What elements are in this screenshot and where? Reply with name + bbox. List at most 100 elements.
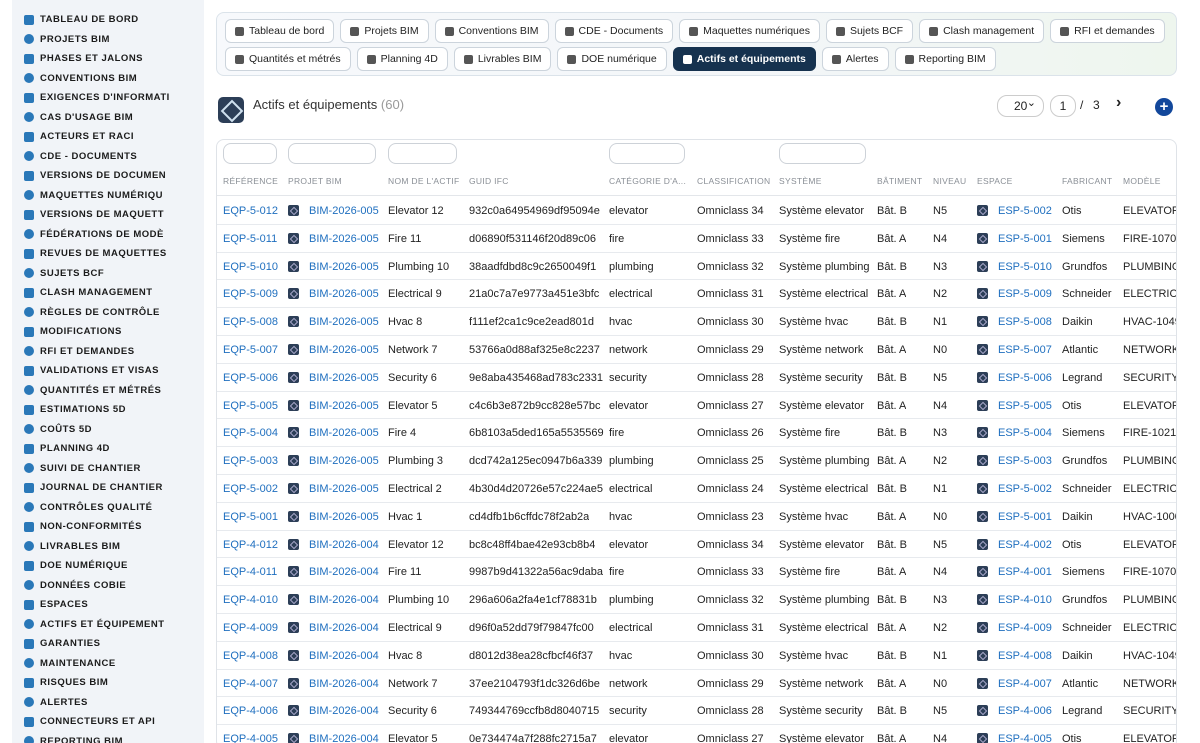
cell-espace[interactable]: ESP-4-006: [998, 705, 1052, 717]
cell-projet[interactable]: BIM-2026-005: [309, 205, 379, 217]
cell-espace[interactable]: ESP-5-009: [998, 288, 1052, 300]
sidebar-item[interactable]: CDE - DOCUMENTS: [12, 147, 204, 167]
tab-7[interactable]: Clash management: [919, 19, 1045, 43]
cell-projet[interactable]: BIM-2026-005: [309, 372, 379, 384]
cell-espace[interactable]: ESP-5-002: [998, 483, 1052, 495]
cell-espace[interactable]: ESP-5-003: [998, 455, 1052, 467]
cell-projet[interactable]: BIM-2026-005: [309, 233, 379, 245]
table-row[interactable]: EQP-4-007 BIM-2026-004 Network 7 37ee210479…: [217, 670, 1176, 698]
cell-reference[interactable]: EQP-4-007: [223, 678, 278, 690]
sidebar-item[interactable]: PLANNING 4D: [12, 439, 204, 459]
filter-nom[interactable]: [388, 143, 457, 164]
cell-projet[interactable]: BIM-2026-004: [309, 733, 379, 743]
cell-projet[interactable]: BIM-2026-004: [309, 650, 379, 662]
cell-reference[interactable]: EQP-4-009: [223, 622, 278, 634]
tab-8[interactable]: RFI et demandes: [1050, 19, 1165, 43]
cell-projet[interactable]: BIM-2026-004: [309, 678, 379, 690]
sidebar-item[interactable]: MODIFICATIONS: [12, 322, 204, 342]
cell-reference[interactable]: EQP-4-012: [223, 539, 278, 551]
tab-1[interactable]: Tableau de bord: [225, 19, 335, 43]
table-row[interactable]: EQP-5-003 BIM-2026-005 Plumbing 3 dcd742a12…: [217, 447, 1176, 475]
sidebar-item[interactable]: SUIVI DE CHANTIER: [12, 459, 204, 479]
cell-reference[interactable]: EQP-4-011: [223, 566, 277, 578]
table-row[interactable]: EQP-5-012 BIM-2026-005 Elevator 12 932c0a64…: [217, 197, 1176, 225]
cell-reference[interactable]: EQP-5-005: [223, 400, 278, 412]
sidebar-item[interactable]: FÉDÉRATIONS DE MODÈ: [12, 225, 204, 245]
tab-1[interactable]: Quantités et métrés: [225, 47, 351, 71]
sidebar-item[interactable]: ESPACES: [12, 595, 204, 615]
cell-espace[interactable]: ESP-5-010: [998, 261, 1052, 273]
cell-projet[interactable]: BIM-2026-005: [309, 316, 379, 328]
table-row[interactable]: EQP-5-004 BIM-2026-005 Fire 4 6b8103a5ded16…: [217, 419, 1176, 448]
sidebar-item[interactable]: DOE NUMÉRIQUE: [12, 556, 204, 576]
sidebar-item[interactable]: ACTEURS ET RACI: [12, 127, 204, 147]
cell-espace[interactable]: ESP-5-001: [998, 233, 1052, 245]
cell-projet[interactable]: BIM-2026-005: [309, 483, 379, 495]
table-row[interactable]: EQP-5-009 BIM-2026-005 Electrical 9 21a0c7a…: [217, 280, 1176, 309]
cell-projet[interactable]: BIM-2026-004: [309, 622, 379, 634]
sidebar-item[interactable]: RFI ET DEMANDES: [12, 342, 204, 362]
cell-projet[interactable]: BIM-2026-005: [309, 288, 379, 300]
cell-reference[interactable]: EQP-4-005: [223, 733, 278, 743]
sidebar-item[interactable]: QUANTITÉS ET MÉTRÉS: [12, 381, 204, 401]
sidebar-item[interactable]: JOURNAL DE CHANTIER: [12, 478, 204, 498]
cell-espace[interactable]: ESP-5-004: [998, 427, 1052, 439]
cell-projet[interactable]: BIM-2026-005: [309, 427, 379, 439]
cell-espace[interactable]: ESP-4-002: [998, 539, 1052, 551]
sidebar-item[interactable]: CONVENTIONS BIM: [12, 69, 204, 89]
cell-projet[interactable]: BIM-2026-004: [309, 566, 379, 578]
page-size-select[interactable]: 20: [997, 93, 1044, 117]
cell-projet[interactable]: BIM-2026-005: [309, 455, 379, 467]
table-row[interactable]: EQP-4-009 BIM-2026-004 Electrical 9 d96f0a5…: [217, 614, 1176, 642]
sidebar-item[interactable]: REVUES DE MAQUETTES: [12, 244, 204, 264]
cell-reference[interactable]: EQP-4-006: [223, 705, 278, 717]
cell-reference[interactable]: EQP-5-006: [223, 372, 278, 384]
cell-projet[interactable]: BIM-2026-004: [309, 594, 379, 606]
table-row[interactable]: EQP-5-002 BIM-2026-005 Electrical 2 4b30d4d…: [217, 475, 1176, 503]
cell-espace[interactable]: ESP-5-005: [998, 400, 1052, 412]
cell-reference[interactable]: EQP-5-008: [223, 316, 278, 328]
filter-systeme[interactable]: [779, 143, 866, 164]
cell-espace[interactable]: ESP-5-001: [998, 511, 1052, 523]
table-row[interactable]: EQP-4-012 BIM-2026-004 Elevator 12 bc8c48ff…: [217, 531, 1176, 559]
next-page-button[interactable]: ›: [1116, 94, 1121, 112]
sidebar-item[interactable]: LIVRABLES BIM: [12, 537, 204, 557]
cell-reference[interactable]: EQP-5-001: [223, 511, 278, 523]
cell-projet[interactable]: BIM-2026-004: [309, 705, 379, 717]
tab-5[interactable]: Actifs et équipements: [672, 47, 816, 71]
sidebar-item[interactable]: VALIDATIONS ET VISAS: [12, 361, 204, 381]
cell-espace[interactable]: ESP-5-007: [998, 344, 1052, 356]
sidebar-item[interactable]: ESTIMATIONS 5D: [12, 400, 204, 420]
cell-espace[interactable]: ESP-5-002: [998, 205, 1052, 217]
sidebar-item[interactable]: SUJETS BCF: [12, 264, 204, 284]
sidebar-item[interactable]: CONTRÔLES QUALITÉ: [12, 498, 204, 518]
cell-reference[interactable]: EQP-5-009: [223, 288, 278, 300]
tab-3[interactable]: Conventions BIM: [434, 19, 549, 43]
sidebar-item[interactable]: RISQUES BIM: [12, 673, 204, 693]
table-row[interactable]: EQP-4-006 BIM-2026-004 Security 6 749344769…: [217, 697, 1176, 726]
cell-projet[interactable]: BIM-2026-005: [309, 511, 379, 523]
sidebar-item[interactable]: PHASES ET JALONS: [12, 49, 204, 69]
table-row[interactable]: EQP-5-011 BIM-2026-005 Fire 11 d06890f53114…: [217, 225, 1176, 253]
table-row[interactable]: EQP-4-011 BIM-2026-004 Fire 11 9987b9d41322…: [217, 558, 1176, 587]
table-row[interactable]: EQP-5-007 BIM-2026-005 Network 7 53766a0d88…: [217, 336, 1176, 364]
tab-2[interactable]: Projets BIM: [340, 19, 429, 43]
sidebar-item[interactable]: NON-CONFORMITÉS: [12, 517, 204, 537]
sidebar-item[interactable]: ACTIFS ET ÉQUIPEMENT: [12, 615, 204, 635]
filter-categorie[interactable]: [609, 143, 685, 164]
cell-espace[interactable]: ESP-4-007: [998, 678, 1052, 690]
sidebar-item[interactable]: VERSIONS DE MAQUETT: [12, 205, 204, 225]
sidebar-item[interactable]: REPORTING BIM: [12, 732, 204, 743]
tab-6[interactable]: Alertes: [821, 47, 889, 71]
cell-espace[interactable]: ESP-4-001: [998, 566, 1052, 578]
sidebar-item[interactable]: GARANTIES: [12, 634, 204, 654]
cell-reference[interactable]: EQP-5-012: [223, 205, 278, 217]
cell-espace[interactable]: ESP-5-008: [998, 316, 1052, 328]
cell-reference[interactable]: EQP-4-008: [223, 650, 278, 662]
tab-2[interactable]: Planning 4D: [356, 47, 448, 71]
tab-5[interactable]: Maquettes numériques: [679, 19, 820, 43]
cell-espace[interactable]: ESP-4-005: [998, 733, 1052, 743]
cell-projet[interactable]: BIM-2026-005: [309, 344, 379, 356]
cell-reference[interactable]: EQP-5-003: [223, 455, 278, 467]
sidebar-item[interactable]: EXIGENCES D'INFORMATI: [12, 88, 204, 108]
